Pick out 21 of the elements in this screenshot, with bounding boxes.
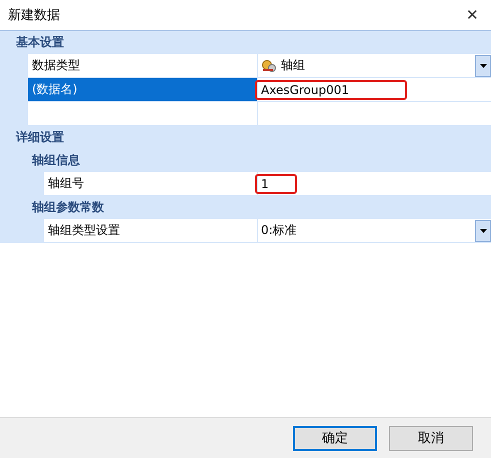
property-value[interactable]: 轴组 bbox=[255, 54, 311, 77]
category-header: 轴组参数常数 bbox=[32, 199, 104, 216]
property-label[interactable]: 数据类型 bbox=[28, 54, 258, 78]
caret-icon bbox=[480, 228, 486, 232]
category-header: 基本设置 bbox=[16, 34, 64, 51]
property-label[interactable]: (数据名) bbox=[28, 78, 258, 102]
dropdown-button[interactable] bbox=[475, 220, 491, 242]
property-label[interactable]: 轴组类型设置 bbox=[44, 219, 258, 243]
category-header: 详细设置 bbox=[16, 129, 64, 146]
dropdown-button[interactable] bbox=[475, 54, 491, 76]
caret-icon bbox=[480, 64, 486, 68]
window-title: 新建数据 bbox=[8, 7, 60, 24]
category-header: 轴组信息 bbox=[32, 152, 80, 169]
dialog-button[interactable]: 确定 bbox=[293, 426, 377, 450]
gears-icon bbox=[261, 58, 277, 72]
property-value[interactable]: 0:标准 bbox=[255, 219, 303, 242]
close-button[interactable]: ✕ bbox=[462, 6, 483, 24]
dialog-button[interactable]: 取消 bbox=[389, 426, 473, 450]
property-value[interactable]: AxesGroup001 bbox=[255, 80, 407, 100]
property-value[interactable]: 1 bbox=[255, 174, 297, 194]
property-label[interactable]: 轴组号 bbox=[44, 172, 258, 196]
